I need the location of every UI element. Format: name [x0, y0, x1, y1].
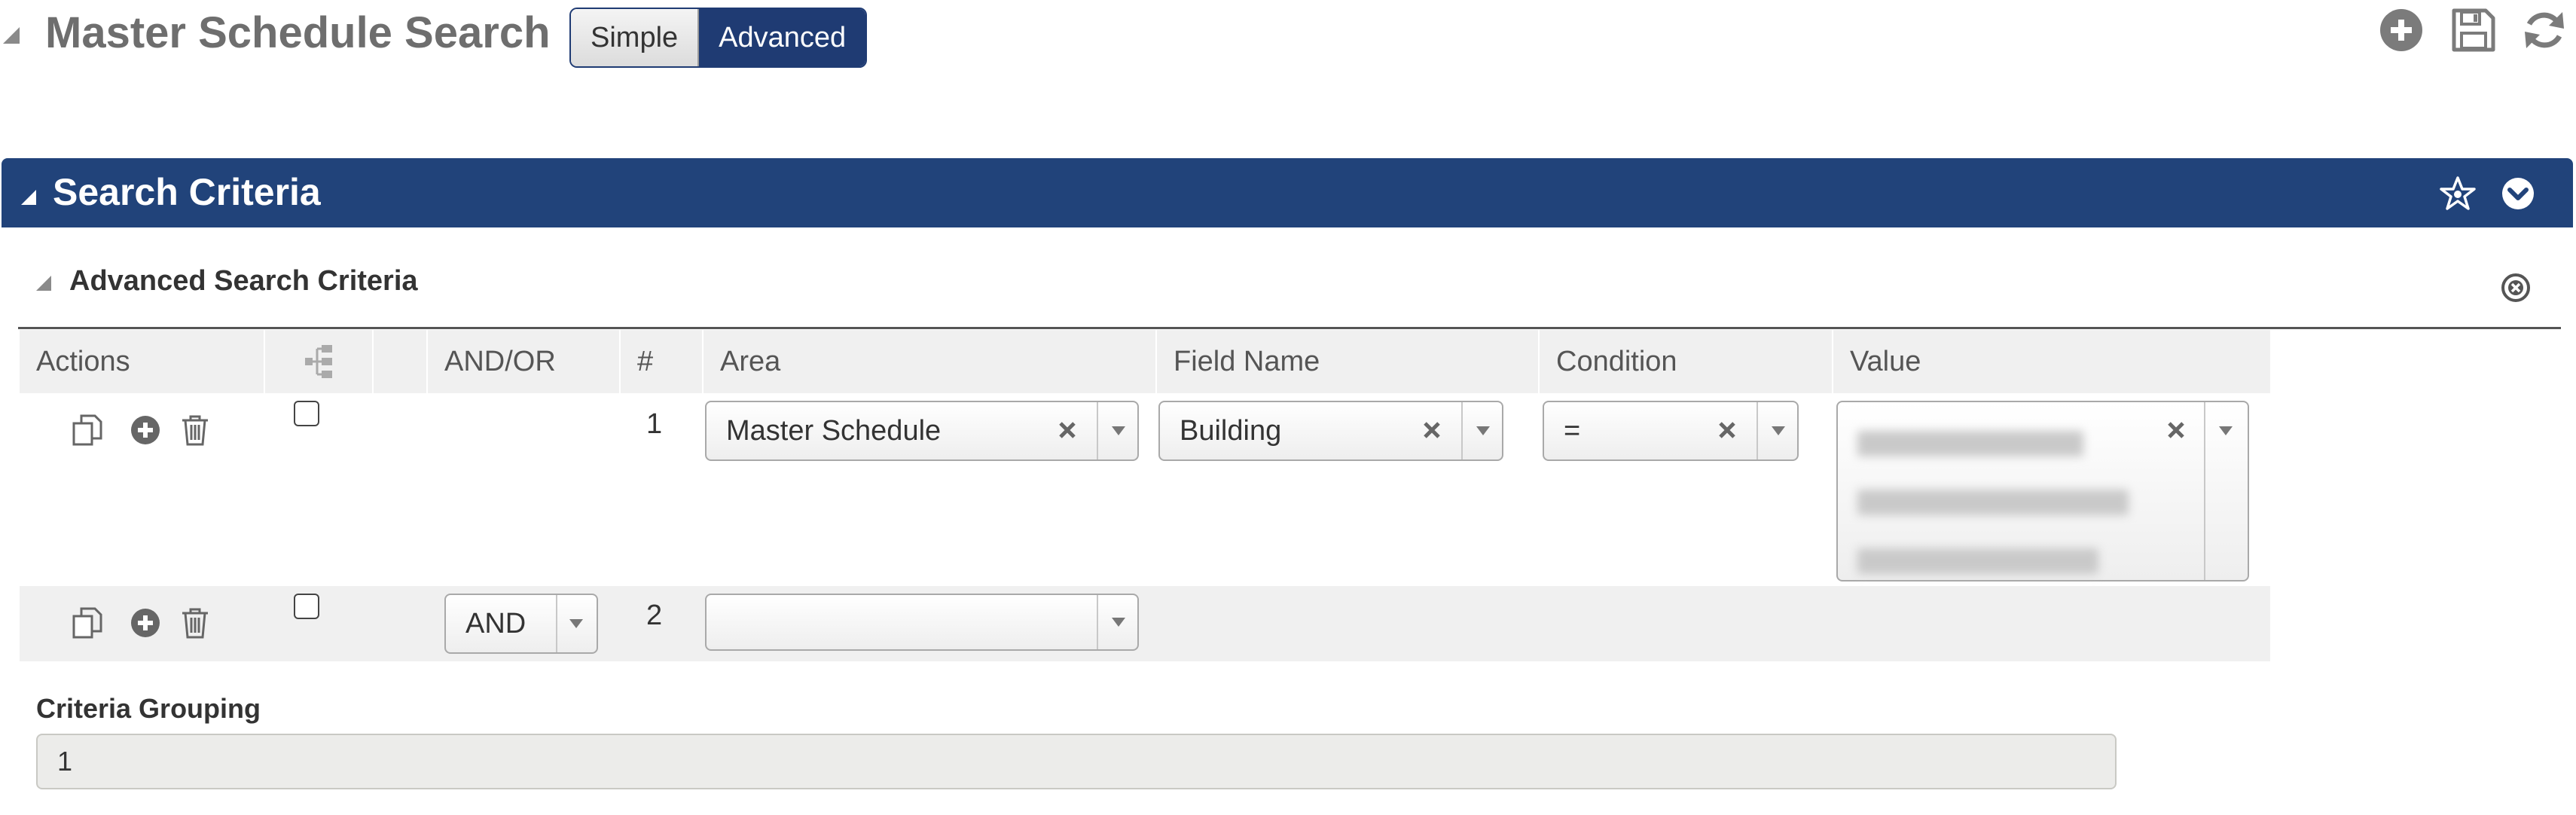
criteria-grid-header: Actions AND/OR # Area Field Name Conditi…	[20, 330, 2270, 393]
area-select[interactable]	[705, 594, 1139, 651]
column-header-hierarchy	[265, 330, 374, 393]
refresh-icon[interactable]	[2520, 6, 2568, 54]
advanced-criteria-collapse-icon[interactable]	[36, 276, 51, 291]
clear-area-icon[interactable]	[1056, 419, 1079, 441]
column-header-field-name: Field Name	[1157, 330, 1540, 393]
chevron-down-icon[interactable]	[1476, 426, 1490, 435]
area-select[interactable]: Master Schedule	[705, 401, 1139, 461]
row-number: 1	[646, 408, 663, 440]
clear-condition-icon[interactable]	[1716, 419, 1738, 441]
column-header-and-or: AND/OR	[428, 330, 621, 393]
advanced-mode-button[interactable]: Advanced	[699, 9, 866, 66]
column-header-value: Value	[1850, 345, 1921, 377]
delete-row-icon[interactable]	[178, 413, 212, 447]
copy-row-icon[interactable]	[71, 413, 105, 447]
and-or-select[interactable]: AND	[444, 594, 598, 654]
condition-value: =	[1564, 414, 1581, 447]
save-icon[interactable]	[2449, 6, 2498, 54]
favorite-star-icon[interactable]	[2439, 175, 2477, 212]
area-value: Master Schedule	[726, 414, 942, 447]
chevron-down-icon[interactable]	[1772, 426, 1785, 435]
column-header-condition: Condition	[1540, 330, 1833, 393]
clear-criteria-icon[interactable]	[2499, 271, 2532, 304]
hierarchy-tree-icon	[304, 343, 334, 380]
criteria-grouping-label: Criteria Grouping	[36, 693, 261, 724]
delete-row-icon[interactable]	[178, 606, 212, 640]
column-header-actions: Actions	[20, 330, 265, 393]
criteria-row: 1 Master Schedule Building =	[20, 393, 2270, 586]
chevron-down-icon[interactable]	[569, 619, 583, 628]
clear-field-name-icon[interactable]	[1421, 419, 1443, 441]
advanced-criteria-title: Advanced Search Criteria	[69, 265, 418, 297]
page-title: Master Schedule Search	[45, 8, 551, 57]
criteria-grouping-value: 1	[57, 746, 73, 777]
add-row-icon[interactable]	[128, 413, 163, 447]
simple-mode-button[interactable]: Simple	[571, 9, 700, 66]
chevron-down-icon[interactable]	[2219, 426, 2233, 435]
section-divider	[18, 327, 2561, 329]
value-redacted	[1857, 413, 2136, 589]
criteria-row: AND 2	[20, 586, 2270, 661]
column-header-area: Area	[704, 330, 1157, 393]
and-or-value: AND	[465, 607, 526, 639]
add-row-icon[interactable]	[128, 606, 163, 640]
field-name-value: Building	[1180, 414, 1282, 447]
row-select-checkbox[interactable]	[294, 594, 319, 619]
chevron-down-icon[interactable]	[1112, 618, 1125, 627]
search-mode-toggle: Simple Advanced	[569, 8, 868, 68]
row-select-checkbox[interactable]	[294, 401, 319, 426]
clear-value-icon[interactable]	[2165, 419, 2187, 441]
copy-row-icon[interactable]	[71, 606, 105, 640]
field-name-select[interactable]: Building	[1158, 401, 1503, 461]
search-criteria-panel-header: Search Criteria	[2, 158, 2573, 227]
chevron-down-icon[interactable]	[1112, 426, 1125, 435]
value-select[interactable]	[1836, 401, 2249, 581]
row-number: 2	[646, 600, 663, 631]
add-icon[interactable]	[2377, 6, 2425, 54]
chevron-down-icon[interactable]	[2499, 175, 2537, 212]
condition-select[interactable]: =	[1543, 401, 1799, 461]
criteria-grouping-input[interactable]: 1	[36, 734, 2117, 789]
column-header-spacer	[374, 330, 428, 393]
panel-title: Search Criteria	[53, 171, 321, 213]
panel-collapse-icon[interactable]	[21, 190, 36, 205]
column-header-number: #	[621, 330, 704, 393]
page-collapse-icon[interactable]	[3, 27, 20, 44]
